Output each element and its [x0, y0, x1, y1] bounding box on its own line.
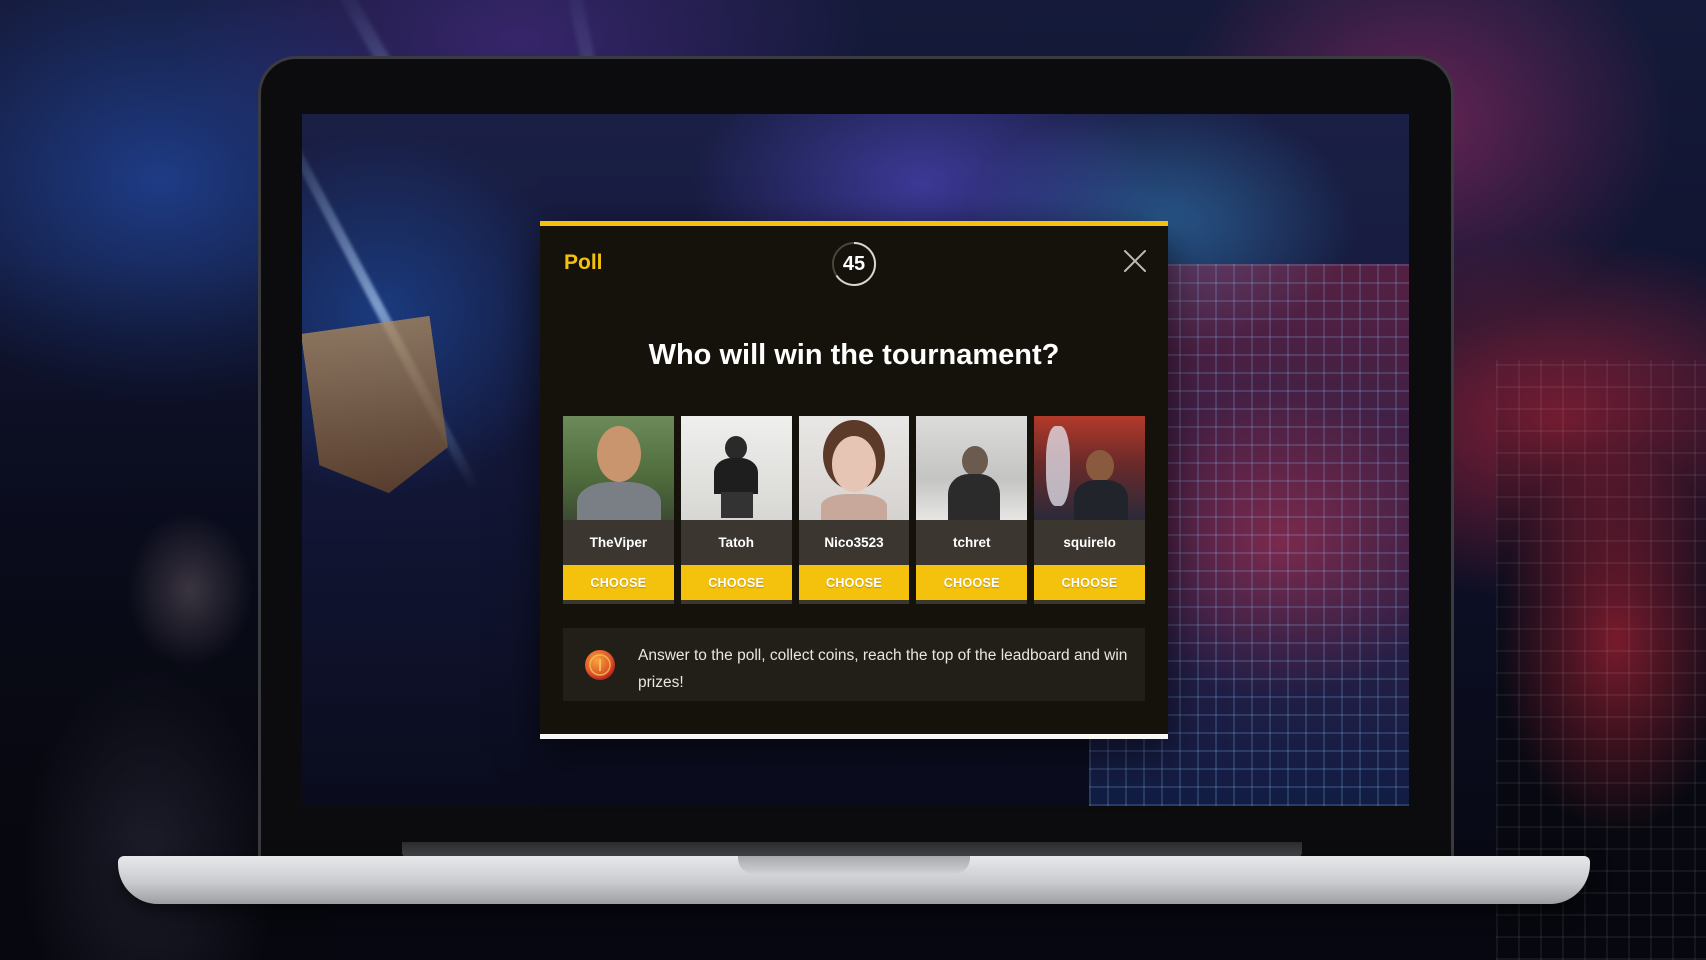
- close-icon: [1124, 250, 1146, 272]
- laptop-notch: [738, 856, 970, 874]
- choose-button[interactable]: CHOOSE: [680, 565, 792, 600]
- candidate-card: Nico3523 CHOOSE: [798, 416, 910, 604]
- poll-modal: Poll 45 Who will win the tournament? The…: [540, 221, 1168, 739]
- kumite-banner: [302, 316, 453, 502]
- timer-value: 45: [842, 252, 866, 275]
- countdown-timer: 45: [830, 240, 878, 288]
- candidate-photo: [563, 416, 674, 520]
- rewards-info-text: Answer to the poll, collect coins, reach…: [638, 647, 1128, 691]
- choose-button[interactable]: CHOOSE: [563, 565, 674, 600]
- poll-title: Poll: [564, 251, 603, 274]
- candidate-photo: [1034, 416, 1145, 520]
- candidate-name: TheViper: [589, 534, 648, 550]
- candidate-card: squirelo CHOOSE: [1034, 416, 1145, 604]
- close-button[interactable]: [1122, 248, 1148, 274]
- candidate-name: squirelo: [1063, 534, 1116, 550]
- candidate-photo: [680, 416, 792, 520]
- poll-question: Who will win the tournament?: [648, 339, 1060, 371]
- candidate-card: tchret CHOOSE: [916, 416, 1028, 604]
- candidate-list: TheViper CHOOSE Tatoh CHOOSE Nico3523 CH…: [563, 416, 1145, 604]
- candidate-card: TheViper CHOOSE: [563, 416, 674, 604]
- choose-button[interactable]: CHOOSE: [1034, 565, 1145, 600]
- choose-button[interactable]: CHOOSE: [916, 565, 1028, 600]
- choose-button[interactable]: CHOOSE: [798, 565, 910, 600]
- candidate-name: tchret: [953, 534, 991, 550]
- rewards-info: Answer to the poll, collect coins, reach…: [563, 628, 1145, 701]
- candidate-name: Nico3523: [824, 534, 884, 550]
- candidate-photo: [798, 416, 910, 520]
- coin-icon: [585, 650, 615, 680]
- candidate-card: Tatoh CHOOSE: [680, 416, 792, 604]
- candidate-photo: [916, 416, 1028, 520]
- candidate-name: Tatoh: [718, 534, 755, 550]
